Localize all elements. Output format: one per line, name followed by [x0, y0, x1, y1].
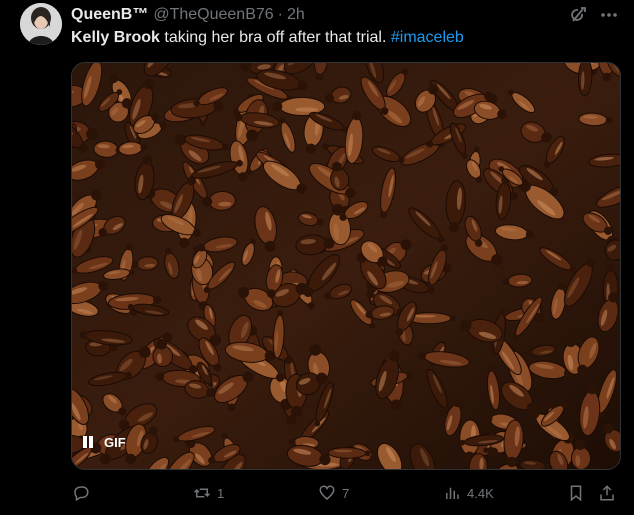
reply-button[interactable] [72, 484, 96, 502]
more-icon[interactable] [599, 7, 619, 23]
tweet-header: QueenB™ @TheQueenB76 · 2h [71, 4, 305, 26]
reply-icon [74, 486, 89, 502]
display-name[interactable]: QueenB™ [71, 6, 148, 24]
separator: · [277, 6, 283, 23]
gif-media[interactable] [71, 62, 621, 470]
gif-controls: GIF [80, 434, 126, 450]
views-count: 4.4K [467, 485, 494, 501]
share-button[interactable] [598, 484, 616, 502]
tweet-actions: 1 7 4.4K [0, 476, 634, 508]
tweet-text: Kelly Brook taking her bra off after tha… [71, 29, 464, 47]
user-handle[interactable]: @TheQueenB76 [153, 6, 273, 24]
avatar[interactable] [20, 3, 62, 45]
views-icon [446, 487, 459, 499]
like-count: 7 [342, 485, 350, 501]
views-button[interactable]: 4.4K [443, 484, 494, 502]
like-button[interactable]: 7 [318, 484, 349, 502]
bookmark-icon [570, 485, 582, 502]
gif-image [72, 63, 620, 469]
tweet[interactable]: QueenB™ @TheQueenB76 · 2h Kelly Brook ta… [0, 0, 634, 515]
timestamp[interactable]: 2h [287, 6, 305, 24]
retweet-count: 1 [217, 485, 225, 501]
tweet-text-bold: Kelly Brook [71, 29, 160, 46]
pause-icon[interactable] [80, 434, 96, 450]
hashtag-link[interactable]: #imaceleb [391, 29, 464, 46]
retweet-icon [193, 488, 211, 498]
heart-icon [319, 485, 335, 500]
retweet-button[interactable]: 1 [193, 484, 224, 502]
grok-icon[interactable] [568, 5, 588, 25]
tweet-text-body: taking her bra off after that trial. [159, 29, 391, 46]
share-icon [600, 485, 614, 501]
gif-badge: GIF [104, 434, 126, 450]
bookmark-button[interactable] [567, 484, 585, 502]
